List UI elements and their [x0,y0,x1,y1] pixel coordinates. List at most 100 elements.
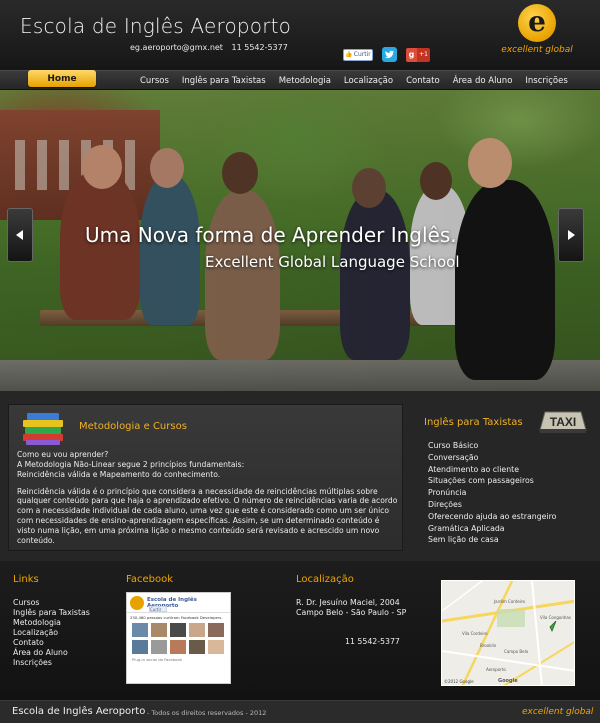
address-line: R. Dr. Jesuíno Maciel, 2004 [296,598,400,607]
avatar[interactable] [132,623,148,637]
map-label: Aeroporto [486,667,506,672]
facebook-like-button[interactable]: 👍 Curtir [343,48,373,61]
bottom-bar: Escola de Inglês Aeroporto - Todos os di… [0,700,600,723]
social-buttons: 👍 Curtir g +1 [343,47,430,62]
header-phone: 11 5542-5377 [231,43,288,52]
nav-item-area-do-aluno[interactable]: Área do Aluno [453,76,513,86]
hero-subtitle: Excellent Global Language School [205,253,460,271]
metodologia-line: A Metodologia Não-Linear segue 2 princíp… [17,459,245,469]
nav-items: Cursos Inglês para Taxistas Metodologia … [140,71,581,91]
brand-name: excellent global [501,45,573,55]
metodologia-paragraph: Reincidência válida é o princípio que co… [17,486,398,545]
brand-logo[interactable]: e excellent global [500,4,574,64]
nav-home-button[interactable]: Home [28,70,96,87]
map-label: Vila Congonhas [540,615,571,620]
site-header: Escola de Inglês Aeroporto eg.aeroporto@… [0,0,600,70]
bottom-brand[interactable]: excellent global [522,707,593,717]
nav-item-inscricoes[interactable]: Inscrições [525,76,567,86]
header-email[interactable]: eg.aeroporto@gmx.net [130,43,223,52]
taxistas-title[interactable]: Inglês para Taxistas [424,417,523,428]
facebook-like-count: 230,460 pessoas curtiram Facebook Develo… [130,615,223,620]
page-avatar [130,595,144,610]
list-item[interactable]: Gramática Aplicada [428,523,556,535]
list-item[interactable]: Curso Básico [428,440,556,452]
map-copyright: ©2012 Google [444,679,474,684]
facebook-like-label: Curtir [353,51,371,58]
list-item[interactable]: Sem lição de casa [428,534,556,546]
footer-facebook-title: Facebook [126,574,173,585]
site-footer: Links Cursos Inglês para Taxistas Metodo… [0,561,600,700]
chevron-left-icon [16,230,23,240]
list-item[interactable]: Atendimento ao cliente [428,464,556,476]
list-item[interactable]: Pronúncia [428,487,556,499]
facebook-plugin-label[interactable]: Plug-in social do Facebook [127,655,230,664]
chevron-right-icon [568,230,575,240]
content-section: Metodologia e Cursos Como eu vou aprende… [0,391,600,561]
books-icon [23,413,63,445]
avatar[interactable] [189,623,205,637]
header-contact: eg.aeroporto@gmx.net 11 5542-5377 [130,43,294,52]
site-title[interactable]: Escola de Inglês Aeroporto [20,14,291,38]
map-label: Jardim Cordeiro [494,599,525,604]
avatar[interactable] [208,640,224,654]
avatar[interactable] [132,640,148,654]
footer-link-area-do-aluno[interactable]: Área do Aluno [13,648,90,658]
avatar[interactable] [151,623,167,637]
google-plus-button[interactable]: g +1 [406,47,430,62]
map-label: Vila Cordeiro [462,631,488,636]
hero-next-button[interactable] [558,208,584,262]
hero-title: Uma Nova forma de Aprender Inglês. [85,223,457,247]
metodologia-line: Reincidência válida e Mapeamento do conh… [17,469,221,479]
footer-link-cursos[interactable]: Cursos [13,598,90,608]
avatar[interactable] [189,640,205,654]
hero-prev-button[interactable] [7,208,33,262]
facebook-widget-like-button[interactable]: Curtir [149,606,167,612]
facebook-widget[interactable]: Escola de Inglês Aeroporto Curtir 230,46… [126,592,231,684]
footer-links-title: Links [13,574,39,585]
footer-link-metodologia[interactable]: Metodologia [13,618,90,628]
facebook-widget-header: Escola de Inglês Aeroporto [127,593,230,613]
nav-item-ingles-para-taxistas[interactable]: Inglês para Taxistas [182,76,266,86]
footer-link-taxistas[interactable]: Inglês para Taxistas [13,608,90,618]
footer-link-localizacao[interactable]: Localização [13,628,90,638]
taxistas-list: Curso Básico Conversação Atendimento ao … [428,440,556,546]
avatar[interactable] [151,640,167,654]
metodologia-text: Como eu vou aprender? A Metodologia Não-… [17,450,399,553]
footer-links-list: Cursos Inglês para Taxistas Metodologia … [13,598,90,668]
facebook-faces [127,622,230,655]
footer-phone: 11 5542-5377 [345,637,400,646]
footer-localizacao-title: Localização [296,574,354,585]
metodologia-panel: Metodologia e Cursos Como eu vou aprende… [8,404,403,551]
location-map[interactable]: Jardim Cordeiro Vila Congonhas Vila Cord… [441,580,575,686]
brand-logo-icon: e [518,4,556,42]
twitter-bird-icon [384,50,395,59]
footer-address: R. Dr. Jesuíno Maciel, 2004 Campo Belo -… [296,598,406,618]
list-item[interactable]: Direções [428,499,556,511]
nav-item-contato[interactable]: Contato [406,76,440,86]
bottom-site-title: Escola de Inglês Aeroporto [12,706,146,717]
avatar[interactable] [170,640,186,654]
list-item[interactable]: Conversação [428,452,556,464]
nav-item-localizacao[interactable]: Localização [344,76,393,86]
nav-item-cursos[interactable]: Cursos [140,76,169,86]
list-item[interactable]: Oferecendo ajuda ao estrangeiro [428,511,556,523]
google-plus-icon: g [406,47,417,62]
google-plus-label: +1 [417,47,430,62]
bottom-rights: - Todos os direitos reservados - 2012 [147,709,267,717]
avatar[interactable] [170,623,186,637]
nav-item-metodologia[interactable]: Metodologia [279,76,331,86]
taxi-sign-text: TAXI [550,415,576,429]
map-google-logo: Google [498,678,518,684]
address-line: Campo Belo - São Paulo - SP [296,608,407,617]
twitter-button[interactable] [382,47,397,62]
footer-link-contato[interactable]: Contato [13,638,90,648]
taxistas-panel: Inglês para Taxistas TAXI Curso Básico C… [413,404,593,551]
taxi-sign-icon: TAXI [539,411,587,433]
map-label: Brooklin [480,643,497,648]
hero-slider: Uma Nova forma de Aprender Inglês. Excel… [0,90,600,391]
list-item[interactable]: Situações com passageiros [428,475,556,487]
main-nav: Home Cursos Inglês para Taxistas Metodol… [0,70,600,90]
avatar[interactable] [208,623,224,637]
footer-link-inscricoes[interactable]: Inscrições [13,658,90,668]
thumbs-up-icon: 👍 [345,51,353,58]
